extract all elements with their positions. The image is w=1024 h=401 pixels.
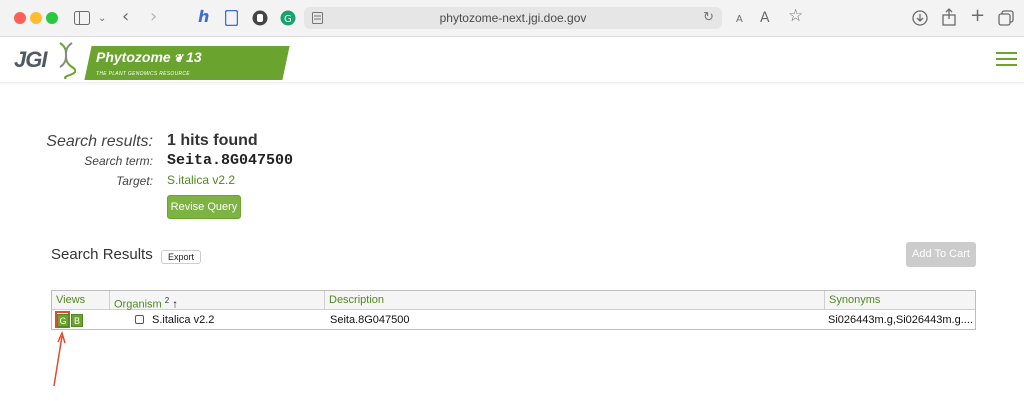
search-results-label: Search results:	[46, 133, 153, 150]
target-value-link[interactable]: S.italica v2.2	[167, 173, 235, 187]
sort-index: 2	[164, 296, 170, 305]
search-results-heading: Search Results	[51, 246, 153, 263]
back-arrow-icon[interactable]: ‹	[122, 8, 129, 26]
table-header: Views Organism 2 ↑ Description Synonyms	[52, 291, 975, 311]
text-larger-button[interactable]: A	[760, 10, 770, 26]
zoom-window-button[interactable]	[46, 12, 58, 24]
target-label: Target:	[116, 174, 153, 188]
url-text: phytozome-next.jgi.doe.gov	[439, 11, 587, 25]
address-bar[interactable]: phytozome-next.jgi.doe.gov ↻	[304, 7, 722, 29]
results-table: Views Organism 2 ↑ Description Synonyms …	[51, 290, 976, 330]
column-organism-label: Organism	[114, 298, 162, 311]
column-description[interactable]: Description	[324, 291, 824, 310]
site-header: JGI Phytozome ❦ 13 THE PLANT GENOMICS RE…	[0, 37, 1024, 83]
browser-view-button[interactable]: B	[71, 314, 83, 327]
close-window-button[interactable]	[14, 12, 26, 24]
hits-count: 1 hits found	[167, 132, 258, 149]
menu-icon[interactable]	[996, 52, 1017, 68]
revise-query-button[interactable]: Revise Query	[167, 195, 241, 219]
synonyms-cell: Si026443m.g,Si026443m.g....	[828, 314, 973, 326]
sidebar-icon[interactable]	[74, 11, 90, 25]
download-icon[interactable]	[912, 10, 928, 26]
forward-arrow-icon[interactable]: ›	[150, 8, 157, 26]
organism-link[interactable]: S.italica v2.2	[148, 311, 324, 330]
banner-subtitle: THE PLANT GENOMICS RESOURCE	[96, 71, 190, 77]
column-views[interactable]: Views	[52, 291, 109, 310]
search-term-label: Search term:	[84, 154, 153, 168]
row-select-checkbox[interactable]	[135, 315, 144, 324]
minimize-window-button[interactable]	[30, 12, 42, 24]
document-icon[interactable]	[225, 10, 238, 26]
dna-helix-icon	[59, 42, 76, 79]
description-cell: Seita.8G047500	[330, 314, 410, 326]
column-organism[interactable]: Organism 2 ↑	[109, 291, 324, 311]
genome-view-button[interactable]: G	[57, 314, 69, 327]
grammarly-icon[interactable]: G	[280, 10, 296, 26]
share-icon[interactable]	[942, 8, 956, 26]
svg-text:G: G	[284, 14, 292, 25]
jgi-logo[interactable]: JGI	[14, 47, 47, 73]
hand-icon[interactable]	[252, 10, 268, 26]
tab-overview-icon[interactable]	[998, 10, 1014, 26]
reload-icon[interactable]: ↻	[703, 10, 714, 25]
search-term-value: Seita.8G047500	[167, 152, 294, 169]
sort-arrow-up-icon: ↑	[172, 298, 178, 311]
export-button[interactable]: Export	[161, 250, 201, 264]
chevron-down-icon[interactable]: ⌄	[98, 11, 106, 27]
banner-title: Phytozome ❦ 13	[96, 49, 202, 65]
column-synonyms[interactable]: Synonyms	[824, 291, 975, 310]
text-smaller-button[interactable]: A	[736, 12, 743, 28]
new-tab-icon[interactable]: +	[970, 7, 985, 25]
browser-toolbar: ⌄ ‹ › ℎ G phytozome-next.jgi.doe.gov ↻ A…	[0, 0, 1024, 37]
add-to-cart-button[interactable]: Add To Cart	[906, 242, 976, 267]
extension-h-icon[interactable]: ℎ	[198, 9, 209, 25]
bookmark-star-icon[interactable]: ☆	[788, 8, 803, 25]
